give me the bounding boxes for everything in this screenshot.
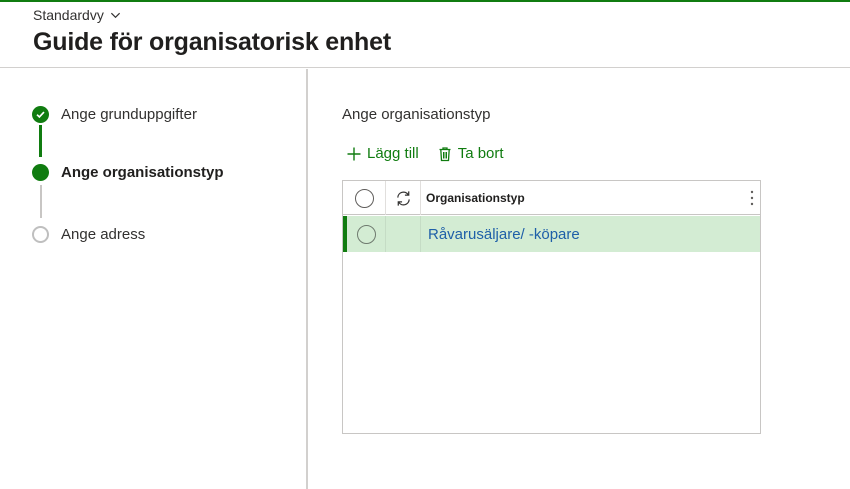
step-label: Ange grunduppgifter (61, 106, 197, 123)
section-title: Ange organisationstyp (342, 106, 491, 123)
more-vertical-icon[interactable] (750, 189, 754, 207)
view-selector-label: Standardvy (33, 7, 104, 23)
plus-icon (347, 147, 361, 160)
column-header-organization-type[interactable]: Organisationstyp (421, 181, 760, 215)
main-content: Ange organisationstyp Lägg till Ta bort (308, 69, 850, 489)
step-connector-2 (40, 185, 42, 218)
page-header: Standardvy Guide för organisatorisk enhe… (0, 2, 850, 68)
checkmark-icon (32, 106, 49, 123)
step-organization-type[interactable]: Ange organisationstyp (32, 164, 224, 181)
step-active-indicator (32, 164, 49, 181)
add-button[interactable]: Lägg till (346, 145, 419, 162)
page-title: Guide för organisatorisk enhet (33, 28, 391, 56)
add-button-label: Lägg till (367, 145, 419, 162)
row-select-checkbox[interactable] (356, 224, 376, 244)
select-all-checkbox[interactable] (354, 188, 374, 208)
select-all-cell (343, 181, 386, 215)
grid-toolbar: Lägg till Ta bort (346, 145, 504, 162)
row-organization-type-value[interactable]: Råvarusäljare/ -köpare (421, 216, 760, 252)
step-address[interactable]: Ange adress (32, 226, 145, 243)
view-selector[interactable]: Standardvy (33, 7, 121, 23)
delete-button[interactable]: Ta bort (437, 145, 504, 162)
organization-type-grid: Organisationstyp Råvarusäljare/ -köpare (342, 180, 761, 434)
grid-header: Organisationstyp (343, 181, 760, 215)
trash-icon (439, 146, 451, 161)
step-connector-1 (39, 125, 42, 157)
row-select-cell (347, 216, 386, 252)
step-basic-info[interactable]: Ange grunduppgifter (32, 106, 197, 123)
step-pending-indicator (32, 226, 49, 243)
step-label: Ange organisationstyp (61, 164, 224, 181)
column-header-label: Organisationstyp (426, 191, 525, 205)
delete-button-label: Ta bort (457, 145, 504, 162)
table-row[interactable]: Råvarusäljare/ -köpare (343, 216, 760, 252)
step-label: Ange adress (61, 226, 146, 243)
row-spacer-cell (386, 216, 421, 252)
refresh-icon[interactable] (386, 181, 421, 215)
chevron-down-icon (110, 12, 120, 18)
wizard-steps: Ange grunduppgifter Ange organisationsty… (0, 69, 306, 489)
